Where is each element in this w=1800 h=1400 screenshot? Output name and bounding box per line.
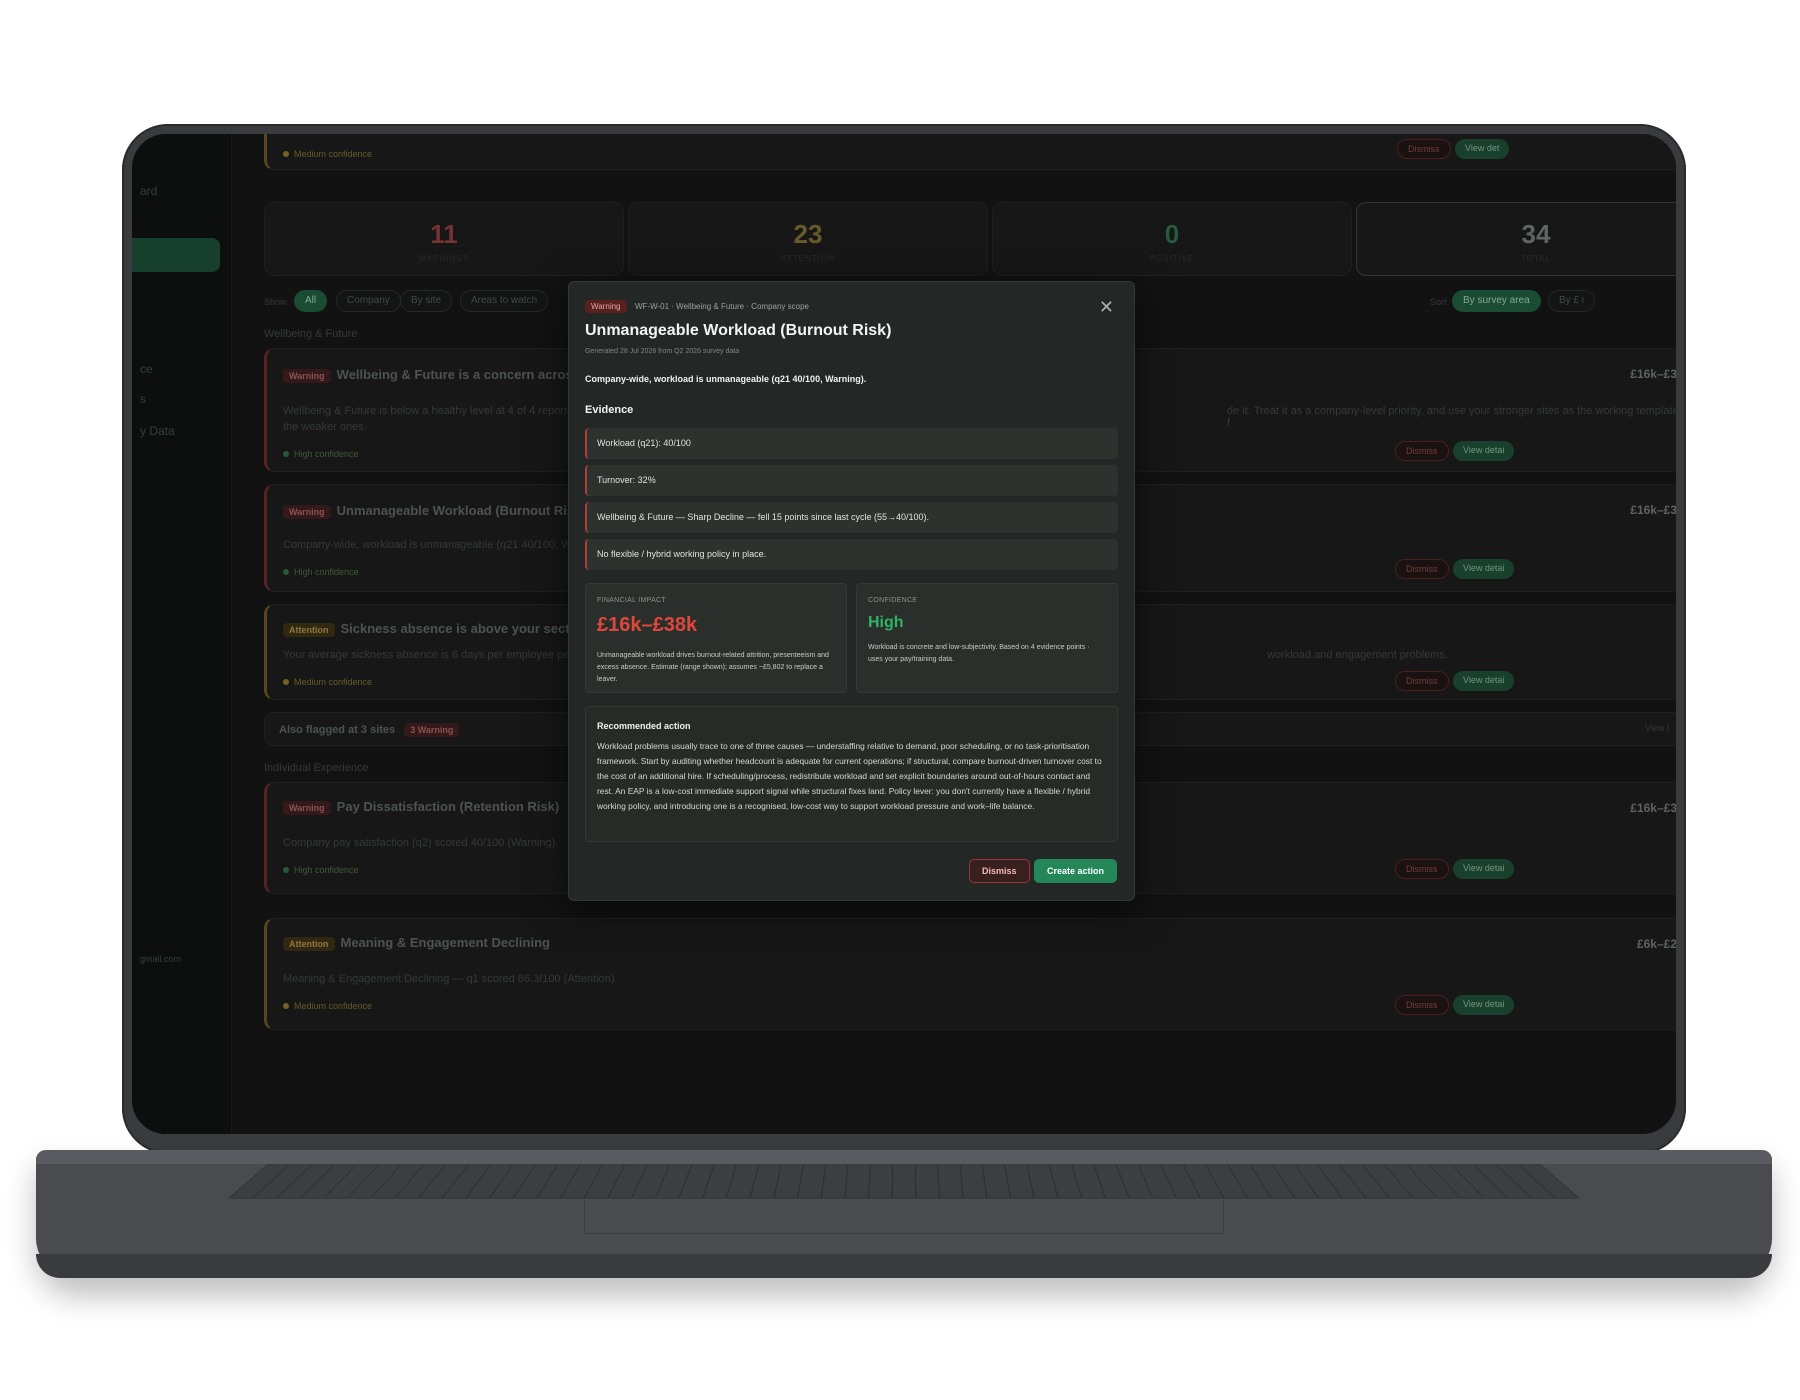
insight-id: WF-W-01 · Wellbeing & Future · Company s… xyxy=(635,302,809,311)
screen: ard ce s y Data gmail.com Medium confide… xyxy=(132,134,1676,1134)
insight-summary: Company-wide, workload is unmanageable (… xyxy=(585,374,867,384)
recommended-action-panel: Recommended action Workload problems usu… xyxy=(585,706,1118,842)
generated-timestamp: Generated 28 Jul 2026 from Q2 2026 surve… xyxy=(585,348,740,355)
financial-impact-panel: FINANCIAL IMPACT £16k–£38k Unmanageable … xyxy=(585,583,847,693)
financial-impact-note: Unmanageable workload drives burnout-rel… xyxy=(597,652,829,683)
close-icon[interactable]: ✕ xyxy=(1099,298,1114,316)
dismiss-button[interactable]: Dismiss xyxy=(969,859,1030,883)
laptop-hinge xyxy=(36,1150,1772,1164)
laptop-base-edge xyxy=(36,1254,1772,1278)
recommended-action-heading: Recommended action xyxy=(597,721,691,731)
evidence-item: No flexible / hybrid working policy in p… xyxy=(585,539,1118,570)
confidence-panel: CONFIDENCE High Workload is concrete and… xyxy=(856,583,1118,693)
confidence-note: Workload is concrete and low-subjectivit… xyxy=(868,644,1090,663)
insight-detail-modal: Warning WF-W-01 · Wellbeing & Future · C… xyxy=(568,281,1135,901)
create-action-button[interactable]: Create action xyxy=(1034,859,1118,883)
evidence-item: Turnover: 32% xyxy=(585,465,1118,496)
financial-impact-label: FINANCIAL IMPACT xyxy=(597,597,666,604)
recommended-action-body: Workload problems usually trace to one o… xyxy=(597,741,1102,811)
keyboard xyxy=(227,1164,1581,1199)
modal-title: Unmanageable Workload (Burnout Risk) xyxy=(585,322,892,339)
financial-impact-value: £16k–£38k xyxy=(597,614,698,636)
warning-badge: Warning xyxy=(585,300,627,313)
evidence-item: Workload (q21): 40/100 xyxy=(585,428,1118,459)
confidence-label: CONFIDENCE xyxy=(868,597,918,604)
confidence-value: High xyxy=(868,614,904,631)
evidence-heading: Evidence xyxy=(585,404,634,416)
evidence-item: Wellbeing & Future — Sharp Decline — fel… xyxy=(585,502,1118,533)
trackpad xyxy=(584,1200,1224,1234)
laptop-base xyxy=(36,1150,1772,1278)
